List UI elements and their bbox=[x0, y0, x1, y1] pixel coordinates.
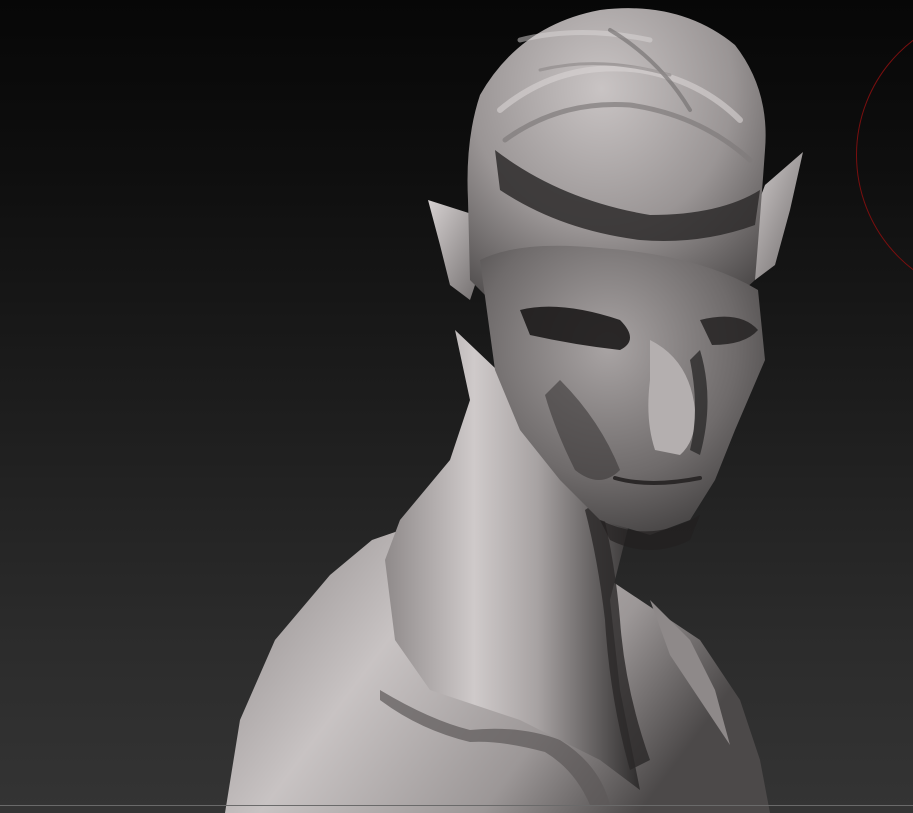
viewport-bottom-edge bbox=[0, 805, 913, 806]
3d-viewport[interactable] bbox=[0, 0, 913, 813]
sculpt-model-render bbox=[225, 8, 803, 813]
